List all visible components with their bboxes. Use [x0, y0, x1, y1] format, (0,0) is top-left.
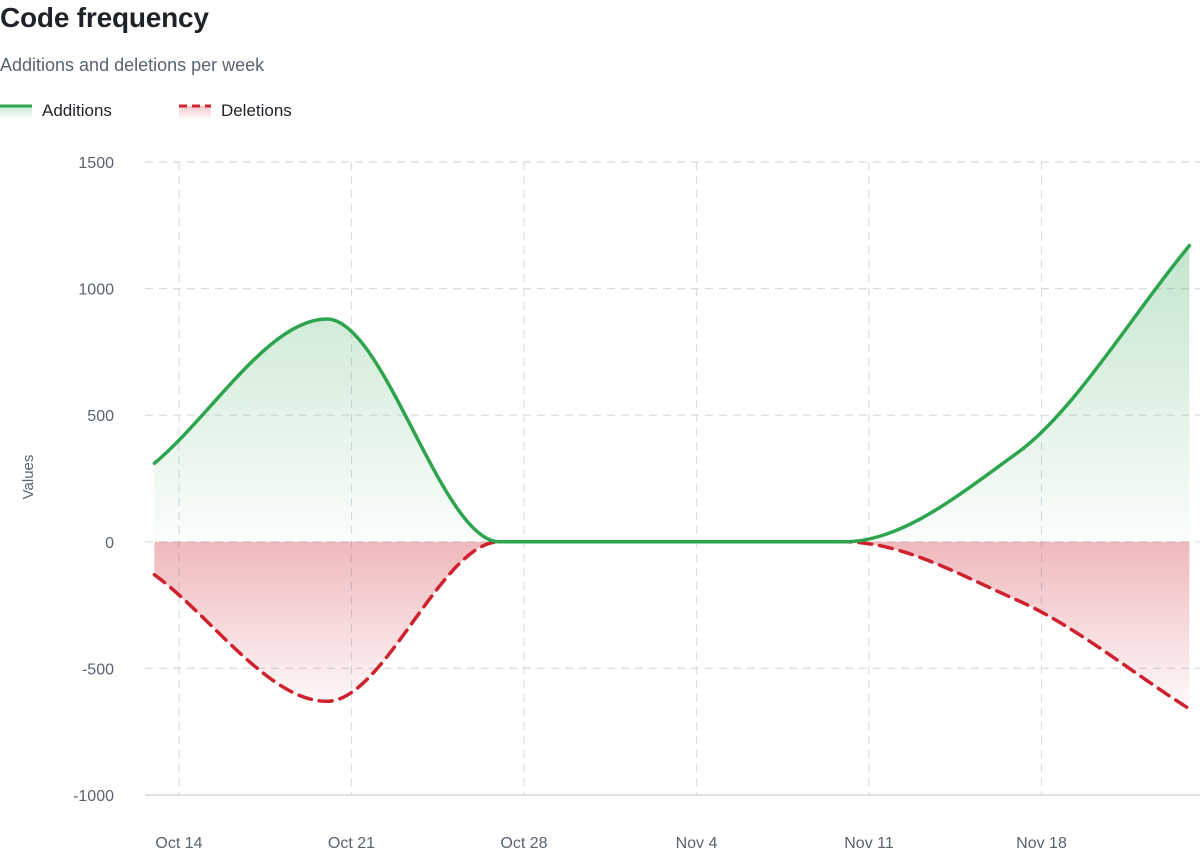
chart-areas [154, 245, 1190, 709]
data-point-deletions[interactable] [321, 695, 333, 707]
x-tick-label: Oct 21 [328, 835, 375, 852]
data-point-deletions[interactable] [1011, 594, 1023, 606]
y-axis-label: Values [20, 455, 37, 500]
series-area-additions [154, 245, 1190, 542]
y-tick-label: 500 [87, 408, 114, 425]
x-tick-label: Oct 14 [155, 835, 202, 852]
series-area-deletions [154, 541, 1190, 709]
x-axis: Oct 14 Oct 21 Oct 28 Nov 4 Nov 11 Nov 18 [155, 835, 1067, 852]
data-point-deletions[interactable] [1183, 703, 1195, 715]
y-tick-label: -500 [82, 661, 114, 678]
x-tick-label: Nov 4 [676, 835, 718, 852]
y-tick-label: 1500 [78, 155, 114, 172]
y-tick-label: 0 [105, 535, 114, 552]
x-tick-label: Nov 11 [844, 835, 894, 852]
y-tick-label: -1000 [73, 788, 114, 805]
code-frequency-chart: 1500 1000 500 0 -500 -1000 Oct 14 Oct 21 Oct 28… [20, 155, 1200, 852]
data-point-deletions[interactable] [148, 569, 160, 581]
y-axis: 1500 1000 500 0 -500 -1000 [73, 155, 114, 805]
x-tick-label: Nov 18 [1016, 835, 1067, 852]
y-tick-label: 1000 [78, 282, 114, 299]
x-tick-label: Oct 28 [500, 835, 547, 852]
